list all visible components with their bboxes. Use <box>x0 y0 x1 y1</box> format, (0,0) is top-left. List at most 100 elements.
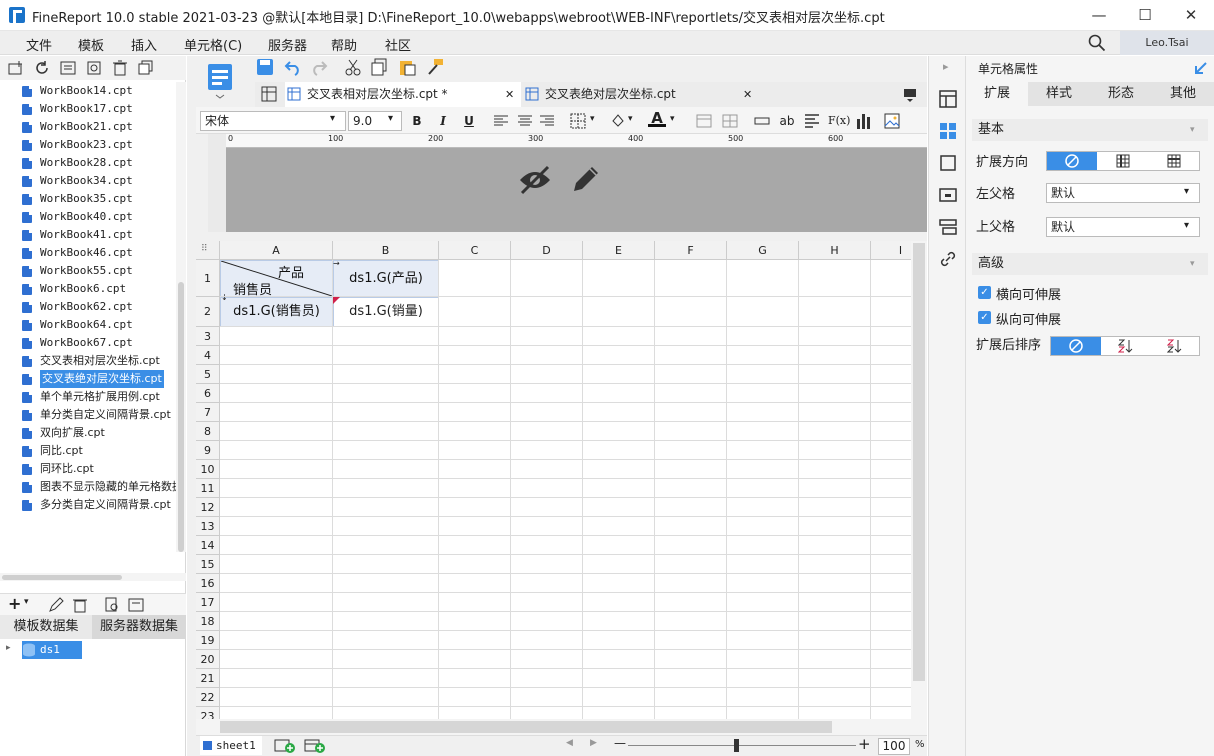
tab-shape[interactable]: 形态 <box>1090 82 1152 106</box>
cell-b2[interactable]: ds1.G(销量) <box>333 297 439 327</box>
edit-header-icon[interactable] <box>570 163 602 195</box>
chart-icon[interactable] <box>856 112 872 130</box>
zoom-out-button[interactable]: — <box>614 736 626 750</box>
row-header[interactable]: 4 <box>196 346 220 365</box>
section-advanced[interactable]: 高级 ▾ <box>972 253 1208 275</box>
file-item[interactable]: WorkBook23.cpt <box>22 136 176 154</box>
dataset-params-icon[interactable] <box>128 597 144 613</box>
tab-expand[interactable]: 扩展 <box>966 82 1028 106</box>
menu-cell[interactable]: 单元格(C) <box>184 35 242 54</box>
tab-close-icon[interactable]: ✕ <box>743 82 752 107</box>
add-polysheet-icon[interactable] <box>304 738 326 753</box>
zoom-input[interactable]: 100 <box>878 738 910 755</box>
format-painter-icon[interactable] <box>426 58 444 76</box>
left-parent-select[interactable]: 默认 <box>1046 183 1200 203</box>
align-center-icon[interactable] <box>518 115 532 127</box>
search-icon[interactable] <box>1088 34 1106 52</box>
row-header[interactable]: 22 <box>196 688 220 707</box>
row-header[interactable]: 2 <box>196 297 220 327</box>
chevron-down-icon[interactable]: ▾ <box>590 114 595 124</box>
merge-cells-icon[interactable] <box>696 113 712 129</box>
section-basic[interactable]: 基本 ▾ <box>972 119 1208 141</box>
hyperlink-icon[interactable] <box>939 250 957 268</box>
column-header[interactable]: G <box>727 241 799 260</box>
chevron-down-icon[interactable]: ▾ <box>1184 186 1189 197</box>
unmerge-cells-icon[interactable] <box>722 113 738 129</box>
file-item[interactable]: 图表不显示隐藏的单元格数据 <box>22 478 176 496</box>
copy-cell-icon[interactable] <box>370 58 388 76</box>
image-icon[interactable] <box>884 113 900 129</box>
align-left-icon[interactable] <box>494 115 508 127</box>
template-properties-icon[interactable] <box>939 90 957 108</box>
expand-horizontal-option[interactable] <box>1149 152 1199 170</box>
menu-file[interactable]: 文件 <box>26 35 52 54</box>
zoom-slider-thumb[interactable] <box>734 739 739 752</box>
font-color-button[interactable]: A <box>648 109 666 127</box>
font-family-select[interactable]: 宋体 <box>200 111 346 131</box>
row-header[interactable]: 5 <box>196 365 220 384</box>
file-item[interactable]: 交叉表相对层次坐标.cpt <box>22 352 176 370</box>
zoom-slider[interactable] <box>628 745 856 746</box>
italic-button[interactable]: I <box>434 112 452 130</box>
chevron-down-icon[interactable]: ▾ <box>670 114 675 124</box>
hidden-eye-icon[interactable] <box>518 165 552 195</box>
close-button[interactable]: ✕ <box>1168 0 1214 31</box>
vertical-expand-checkbox[interactable]: ✓ <box>978 311 991 324</box>
sheet-scroll-right-icon[interactable]: ▶ <box>590 738 597 748</box>
row-header[interactable]: 16 <box>196 574 220 593</box>
row-header[interactable]: 6 <box>196 384 220 403</box>
row-header[interactable]: 18 <box>196 612 220 631</box>
file-item[interactable]: WorkBook55.cpt <box>22 262 176 280</box>
menu-template[interactable]: 模板 <box>78 35 104 54</box>
row-header[interactable]: 7 <box>196 403 220 422</box>
tab-absolute-coordinate[interactable]: 交叉表绝对层次坐标.cpt ✕ <box>523 82 759 107</box>
file-list-h-scroll-thumb[interactable] <box>2 575 122 580</box>
text-input-icon[interactable] <box>754 115 770 127</box>
menu-community[interactable]: 社区 <box>385 35 411 54</box>
settings-icon[interactable] <box>86 60 102 76</box>
row-header[interactable]: 9 <box>196 441 220 460</box>
font-size-select[interactable]: 9.0 <box>348 111 402 131</box>
collapse-arrow-icon[interactable]: ▸ <box>943 60 949 73</box>
chevron-down-icon[interactable]: ▾ <box>388 113 393 124</box>
popout-arrow-icon[interactable] <box>1194 61 1208 75</box>
row-header[interactable]: 11 <box>196 479 220 498</box>
condition-attributes-icon[interactable] <box>939 218 957 236</box>
save-icon[interactable] <box>256 58 274 76</box>
menu-server[interactable]: 服务器 <box>268 35 307 54</box>
sheet-scroll-left-icon[interactable]: ◀ <box>566 738 573 748</box>
file-item[interactable]: 双向扩展.cpt <box>22 424 176 442</box>
rich-text-icon[interactable] <box>804 113 820 129</box>
row-header[interactable]: 1 <box>196 260 220 297</box>
file-item[interactable]: 同环比.cpt <box>22 460 176 478</box>
file-item[interactable]: WorkBook67.cpt <box>22 334 176 352</box>
cell-a2[interactable]: ds1.G(销售员) <box>220 297 333 327</box>
preview-dataset-icon[interactable] <box>104 597 120 613</box>
zoom-in-button[interactable]: + <box>858 735 871 753</box>
cut-icon[interactable] <box>344 58 362 76</box>
horizontal-expand-checkbox[interactable]: ✓ <box>978 286 991 299</box>
file-item[interactable]: WorkBook62.cpt <box>22 298 176 316</box>
tab-list-icon[interactable] <box>261 86 277 102</box>
row-header[interactable]: 20 <box>196 650 220 669</box>
align-right-icon[interactable] <box>540 115 554 127</box>
sheet-tab[interactable]: sheet1 <box>200 736 262 755</box>
dataset-item-ds1[interactable]: ds1 <box>22 641 82 659</box>
row-header[interactable]: 8 <box>196 422 220 441</box>
file-list-scroll-thumb[interactable] <box>178 282 184 552</box>
grid-horizontal-scroll-thumb[interactable] <box>220 721 832 733</box>
minimize-button[interactable]: — <box>1076 0 1122 31</box>
chevron-down-icon[interactable]: ▾ <box>1184 220 1189 231</box>
cell-a1-diagonal-header[interactable]: 产品 销售员 <box>220 260 333 298</box>
chevron-down-icon[interactable]: ▾ <box>24 597 29 607</box>
tab-relative-coordinate[interactable]: 交叉表相对层次坐标.cpt * ✕ <box>285 82 521 107</box>
bold-button[interactable]: B <box>408 112 426 130</box>
file-item[interactable]: 单分类自定义间隔背景.cpt <box>22 406 176 424</box>
file-item[interactable]: WorkBook6.cpt <box>22 280 176 298</box>
grid-corner[interactable]: ⠿ <box>196 241 220 260</box>
row-header[interactable]: 15 <box>196 555 220 574</box>
row-header[interactable]: 12 <box>196 498 220 517</box>
tab-style[interactable]: 样式 <box>1028 82 1090 106</box>
file-item[interactable]: WorkBook28.cpt <box>22 154 176 172</box>
undo-icon[interactable] <box>284 58 302 76</box>
